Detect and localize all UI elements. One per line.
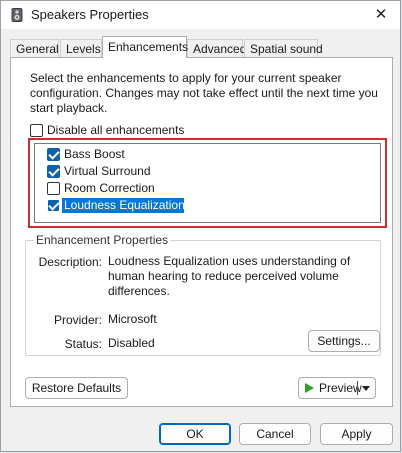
provider-label: Provider: — [53, 313, 102, 327]
tab-levels[interactable]: Levels — [60, 39, 102, 57]
preview-split-button[interactable]: Preview — [298, 377, 376, 399]
disable-all-checkbox[interactable] — [30, 124, 43, 137]
preview-button[interactable]: Preview — [299, 378, 362, 398]
enhancement-properties-group: Enhancement Properties Description: Loud… — [25, 233, 381, 356]
play-icon — [305, 383, 314, 393]
status-value: Disabled — [108, 336, 155, 350]
ok-button[interactable]: OK — [159, 423, 231, 445]
apply-button[interactable]: Apply — [320, 423, 393, 445]
status-label: Status: — [64, 337, 102, 351]
tab-advanced[interactable]: Advanced — [187, 39, 246, 57]
chevron-down-icon[interactable] — [360, 378, 374, 398]
restore-defaults-button[interactable]: Restore Defaults — [25, 377, 128, 399]
close-icon: ✕ — [374, 6, 388, 23]
description-label: Description: — [38, 255, 102, 269]
tab-general[interactable]: General — [10, 39, 59, 57]
provider-value: Microsoft — [108, 312, 157, 326]
enhancements-panel: Select the enhancements to apply for you… — [10, 57, 393, 407]
intro-text: Select the enhancements to apply for you… — [30, 71, 378, 115]
close-button[interactable]: ✕ — [370, 4, 392, 26]
preview-label: Preview — [319, 381, 362, 395]
tab-spatial-sound[interactable]: Spatial sound — [244, 39, 323, 57]
speakers-properties-window: Speakers Properties ✕ General Levels Enh… — [0, 0, 401, 452]
split-divider — [357, 381, 358, 395]
annotation-highlight-frame — [28, 138, 387, 228]
tab-enhancements[interactable]: Enhancements — [102, 36, 188, 58]
group-title: Enhancement Properties — [34, 233, 171, 247]
description-value: Loudness Equalization uses understanding… — [108, 254, 351, 298]
title-bar[interactable]: Speakers Properties ✕ — [1, 1, 400, 29]
disable-all-label[interactable]: Disable all enhancements — [47, 123, 184, 137]
cancel-button[interactable]: Cancel — [239, 423, 311, 445]
window-title: Speakers Properties — [31, 7, 149, 22]
settings-button[interactable]: Settings... — [308, 330, 380, 352]
speaker-icon — [11, 8, 23, 22]
